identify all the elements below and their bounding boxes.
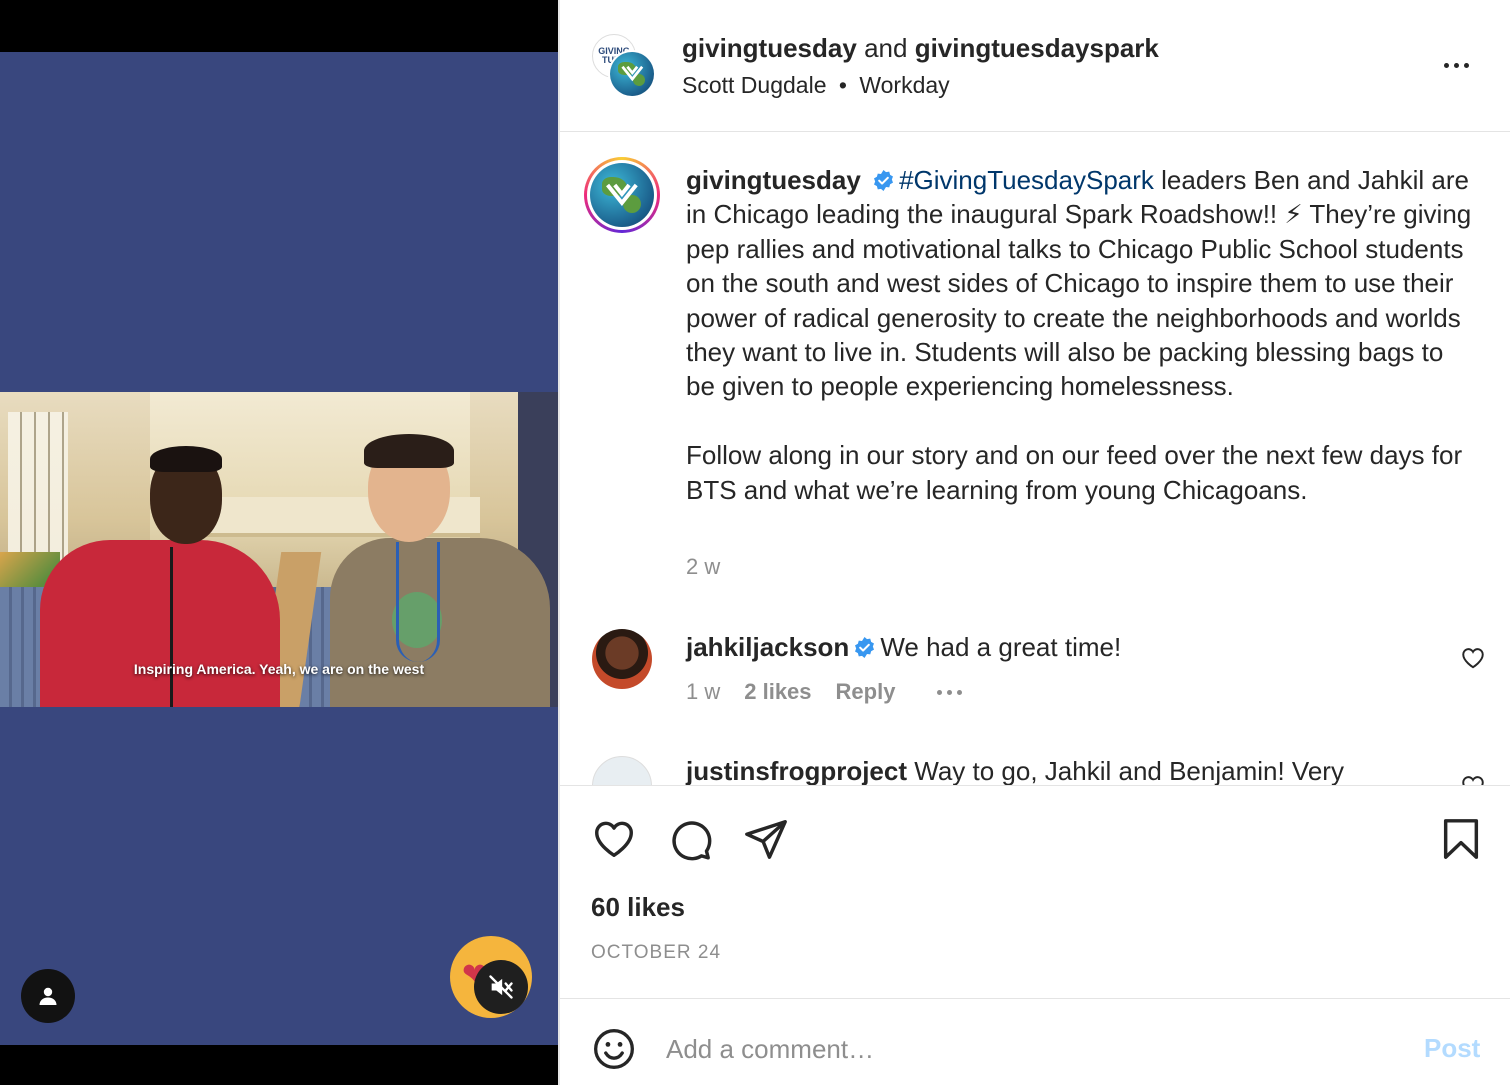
more-options-button[interactable] [1436, 50, 1476, 80]
reply-button[interactable]: Reply [836, 679, 896, 705]
more-dot-icon [1463, 62, 1469, 68]
comment-body: jahkiljackson We had a great time! [686, 631, 1121, 663]
caption-body-2: Follow along in our story and on our fee… [686, 440, 1463, 505]
comment-likes-link[interactable]: 2 likes [744, 679, 811, 705]
more-dot-icon [1443, 62, 1449, 68]
caption-username[interactable]: givingtuesday [686, 165, 861, 195]
verified-badge-icon [855, 636, 875, 659]
video-subtitle: Inspiring America. Yeah, we are on the w… [133, 661, 425, 677]
collab-avatars[interactable]: GIVING TUES [592, 34, 658, 100]
person-icon [39, 987, 57, 1005]
globe-icon [590, 163, 654, 227]
post-actions: 60 likes OCTOBER 24 [560, 785, 1510, 998]
media-pane[interactable]: Inspiring America. Yeah, we are on the w… [0, 0, 558, 1085]
comment-username[interactable]: jahkiljackson [686, 632, 849, 662]
audio-info: Scott Dugdale • Workday [682, 70, 950, 100]
add-comment-bar: Post [560, 998, 1510, 1085]
speaker-muted-icon [489, 975, 513, 999]
givingtuesdayspark-avatar [608, 50, 656, 98]
comment-avatar[interactable] [592, 629, 652, 689]
comment-meta: 1 w 2 likes Reply [686, 679, 963, 705]
post-details-panel: GIVING TUES givingtuesday and givingtues… [560, 0, 1510, 1085]
comment-bubble-icon[interactable] [667, 816, 713, 862]
more-dot-icon [937, 689, 943, 695]
post-header: GIVING TUES givingtuesday and givingtues… [560, 0, 1510, 132]
save-bookmark-icon[interactable] [1438, 816, 1484, 862]
post-caption: givingtuesday #GivingTuesdaySpark leader… [686, 163, 1476, 507]
caption-author-avatar[interactable] [584, 157, 660, 233]
comment-avatar[interactable] [592, 756, 652, 785]
share-paper-plane-icon[interactable] [743, 816, 789, 862]
emoji-smiley-icon[interactable] [592, 1027, 636, 1071]
audio-separator: • [838, 72, 847, 98]
video-frame[interactable]: Inspiring America. Yeah, we are on the w… [0, 392, 558, 707]
tagged-users-button[interactable] [21, 969, 75, 1023]
like-heart-icon[interactable] [591, 816, 637, 862]
verified-badge-icon [874, 169, 894, 192]
comment-username[interactable]: justinsfrogproject [686, 756, 907, 785]
comment-input[interactable] [666, 1029, 1386, 1069]
comment-text: We had a great time! [880, 632, 1122, 662]
comment-time: 1 w [686, 679, 721, 704]
comment-options-button[interactable] [937, 689, 963, 695]
post-date: OCTOBER 24 [591, 942, 722, 963]
comment-like-heart-icon[interactable] [1460, 645, 1486, 671]
post-authors: givingtuesday and givingtuesdayspark [682, 32, 1159, 64]
author-link-givingtuesday[interactable]: givingtuesday [682, 33, 857, 63]
comment-text: Way to go, Jahkil and Benjamin! Very [914, 756, 1344, 785]
comment-body: justinsfrogproject Way to go, Jahkil and… [686, 755, 1344, 785]
comment-like-heart-icon[interactable] [1460, 773, 1486, 785]
post-comment-button[interactable]: Post [1424, 1033, 1480, 1064]
author-link-givingtuesdayspark[interactable]: givingtuesdayspark [915, 33, 1159, 63]
caption-hashtag-link[interactable]: #GivingTuesdaySpark [899, 165, 1154, 195]
more-dot-icon [957, 689, 963, 695]
music-artist-link[interactable]: Scott Dugdale [682, 72, 826, 98]
audio-title-link[interactable]: Workday [859, 72, 949, 98]
authors-joiner: and [864, 33, 908, 63]
mute-toggle-button[interactable] [474, 960, 528, 1014]
caption-body: leaders Ben and Jahkil are in Chicago le… [686, 165, 1472, 402]
caption-timestamp: 2 w [686, 554, 721, 579]
likes-count[interactable]: 60 likes [591, 892, 685, 923]
more-dot-icon [947, 689, 953, 695]
globe-icon [610, 52, 654, 96]
comments-section[interactable]: givingtuesday #GivingTuesdaySpark leader… [560, 133, 1510, 785]
more-dot-icon [1453, 62, 1459, 68]
